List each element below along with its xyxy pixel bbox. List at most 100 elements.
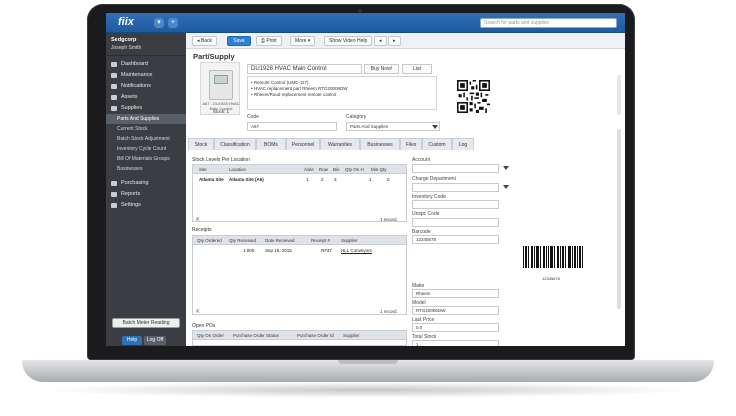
box-icon <box>111 106 117 111</box>
sidebar-subitem-current-stock[interactable]: Current Stock <box>106 124 186 134</box>
inventory-code-field[interactable] <box>412 200 499 209</box>
category-select[interactable]: Parts And Supplies <box>346 122 440 131</box>
column-header[interactable]: Row <box>319 165 328 174</box>
column-header[interactable]: Aisle <box>304 165 314 174</box>
previous-icon[interactable]: ◂ <box>374 36 387 46</box>
stock-count: Stock: 1 <box>212 109 230 114</box>
column-header[interactable]: Qty On Order <box>197 331 224 340</box>
print-button[interactable]: ⎙ Print <box>256 36 282 46</box>
unspc-code-label: Unspc Code <box>412 211 440 217</box>
tab-boms[interactable]: BOMs <box>256 138 286 150</box>
asset-icon <box>111 95 117 100</box>
receipts-title: Receipts <box>192 227 212 233</box>
part-name-field[interactable]: DU1928 HVAC Main Control <box>247 64 362 74</box>
laptop-shadow <box>40 382 696 398</box>
menu-icon[interactable]: ▾ <box>154 18 164 28</box>
column-header[interactable]: Qty On H <box>345 165 364 174</box>
chevron-down-icon[interactable] <box>503 166 509 170</box>
fiix-logo: fiix <box>118 16 134 28</box>
description-line: • Rheem/Ruud replacement remote control <box>251 92 337 97</box>
back-button[interactable]: ◂ Back <box>192 36 218 46</box>
column-header[interactable]: Receipt # <box>311 236 330 245</box>
column-header[interactable]: Supplier <box>343 331 360 340</box>
open-pos-table: Qty On Order Purchase Order Status Purch… <box>192 330 407 346</box>
sidebar-subitem-businesses[interactable]: Businesses <box>106 164 186 174</box>
tab-files[interactable]: Files <box>400 138 422 150</box>
list-button[interactable]: List <box>402 64 432 74</box>
description-field[interactable]: • Remote Control (UMC-117) • HVAC replac… <box>247 76 437 110</box>
table-cell: 1 <box>306 177 309 182</box>
batch-meter-reading-button[interactable]: Batch Meter Reading <box>112 318 180 328</box>
save-button[interactable]: Save <box>227 36 251 46</box>
top-bar: fiix ▾ + Search for parts and supplies <box>106 13 625 33</box>
column-header[interactable]: Qty Received <box>229 236 256 245</box>
sidebar-item-assets[interactable]: Assets <box>106 92 186 103</box>
part-photo: A67 - DU1928 HVAC Main Control Stock: 1 <box>200 62 240 115</box>
tab-custom[interactable]: Custom <box>422 138 452 150</box>
stock-levels-title: Stock Levels Per Location <box>192 157 250 163</box>
make-field[interactable]: Rheem <box>412 289 499 298</box>
table-cell: 1.000 <box>243 248 255 253</box>
account-select[interactable] <box>412 164 499 173</box>
header-scrollbar[interactable] <box>617 75 621 115</box>
tab-businesses[interactable]: Businesses <box>360 138 400 150</box>
stock-levels-table: Site Location Aisle Row Bin Qty On H Min… <box>192 164 407 222</box>
chevron-down-icon: ▾ <box>306 38 311 44</box>
column-header[interactable]: Bin <box>333 165 340 174</box>
tab-classification[interactable]: Classification <box>214 138 256 150</box>
barcode-field[interactable]: 12345678 <box>412 235 499 244</box>
table-cell: Sep 18, 2015 <box>265 248 292 253</box>
back-label: Back <box>200 38 213 44</box>
tab-personnel[interactable]: Personnel <box>286 138 320 150</box>
more-button[interactable]: More ▾ <box>290 36 316 46</box>
sidebar-subitem-parts[interactable]: Parts And Supplies <box>106 114 186 124</box>
help-button[interactable]: Help <box>122 336 142 345</box>
sidebar-item-notifications[interactable]: Notifications <box>106 81 186 92</box>
tab-log[interactable]: Log <box>452 138 474 150</box>
supplier-link[interactable]: HLL Conveyors <box>341 246 372 255</box>
sidebar-item-supplies[interactable]: Supplies <box>106 103 186 114</box>
column-header[interactable]: Purchase Order Status <box>233 331 279 340</box>
barcode-text: 12345678 <box>542 276 560 281</box>
sidebar-item-label: Assets <box>121 94 138 100</box>
sidebar-item-maintenance[interactable]: Maintenance <box>106 70 186 81</box>
export-icon[interactable]: ⇱ <box>196 217 200 223</box>
column-header[interactable]: Site <box>199 165 207 174</box>
total-stock-field[interactable]: 1 <box>412 340 499 346</box>
unspc-code-field[interactable] <box>412 218 499 227</box>
record-count: 1 record. <box>380 217 398 222</box>
next-icon[interactable]: ▸ <box>388 36 401 46</box>
category-label: Category <box>346 114 367 120</box>
org-name: Sedgcorp <box>111 37 137 43</box>
model-field[interactable]: RTG20006DW <box>412 306 499 315</box>
chevron-down-icon[interactable] <box>503 185 509 189</box>
column-header[interactable]: Qty Ordered <box>197 236 222 245</box>
wrench-icon <box>111 73 117 78</box>
column-header[interactable]: Location <box>229 165 246 174</box>
buy-now-button[interactable]: Buy Now! <box>364 64 399 74</box>
column-header[interactable]: Supplier <box>341 236 358 245</box>
charge-department-select[interactable] <box>412 183 499 192</box>
show-video-help-button[interactable]: Show Video Help <box>324 36 373 46</box>
code-field[interactable]: A67 <box>247 122 337 131</box>
sidebar-item-purchasing[interactable]: Purchasing <box>106 178 186 189</box>
log-off-button[interactable]: Log Off <box>144 336 166 345</box>
sidebar-subitem-cycle-count[interactable]: Inventory Cycle Count <box>106 144 186 154</box>
sidebar-subitem-batch-stock[interactable]: Batch Stock Adjustment <box>106 134 186 144</box>
column-header[interactable]: Purchase Order Id <box>297 331 334 340</box>
column-header[interactable]: Min Qty <box>371 165 387 174</box>
export-icon[interactable]: ⇱ <box>196 309 200 315</box>
sidebar-item-settings[interactable]: Settings <box>106 200 186 211</box>
content-scrollbar[interactable] <box>617 129 621 309</box>
column-header[interactable]: Date Received <box>265 236 295 245</box>
table-header: Qty On Order Purchase Order Status Purch… <box>193 331 406 340</box>
add-icon[interactable]: + <box>168 18 178 28</box>
table-cell: 3 <box>334 177 337 182</box>
search-input[interactable]: Search for parts and supplies <box>480 18 617 28</box>
sidebar-item-reports[interactable]: Reports <box>106 189 186 200</box>
sidebar-item-dashboard[interactable]: Dashboard <box>106 59 186 70</box>
tab-stock[interactable]: Stock <box>188 138 214 150</box>
last-price-field[interactable]: 0.0 <box>412 323 499 332</box>
tab-warranties[interactable]: Warranties <box>320 138 360 150</box>
sidebar-subitem-bom-groups[interactable]: Bill Of Materials Groups <box>106 154 186 164</box>
